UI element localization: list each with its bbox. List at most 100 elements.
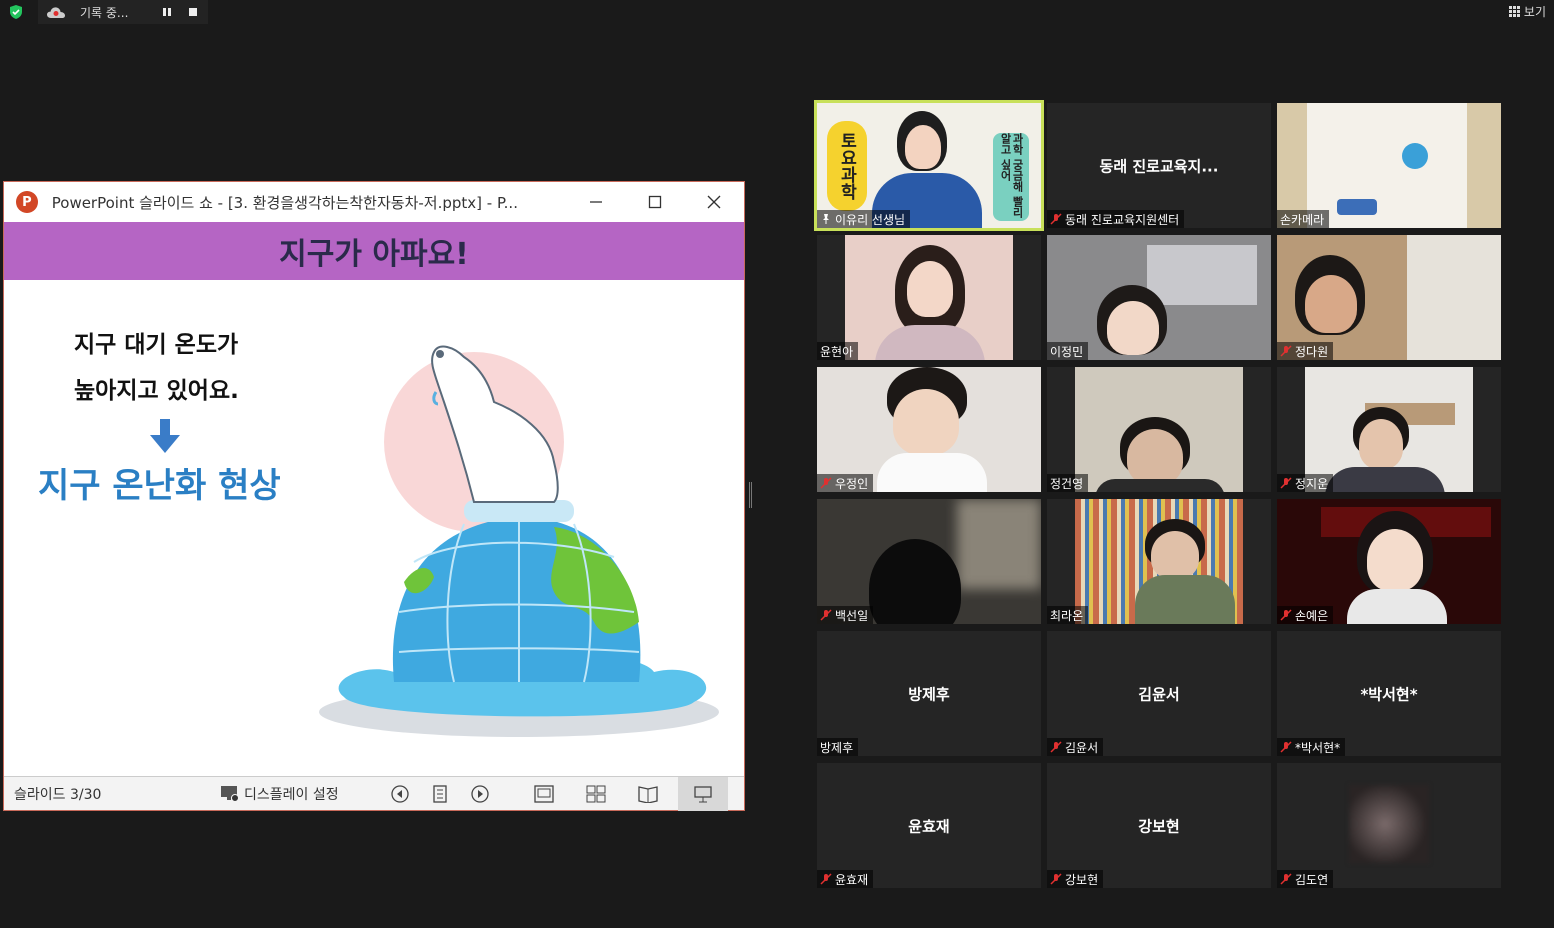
person-silhouette bbox=[869, 539, 961, 624]
participant-name-tag: 백선일 bbox=[817, 606, 874, 624]
participant-tile[interactable]: 윤현아 bbox=[817, 235, 1041, 360]
monitor-gear-icon bbox=[221, 785, 239, 802]
recording-indicator: 기록 중... bbox=[38, 0, 208, 24]
stop-recording-button[interactable] bbox=[184, 3, 202, 21]
background-cabinet bbox=[1147, 245, 1257, 305]
participant-name-tag: 방제후 bbox=[817, 738, 859, 756]
participant-display-name: *박서현* bbox=[1360, 685, 1418, 703]
participant-video bbox=[1075, 367, 1243, 492]
slide-sorter-button[interactable] bbox=[576, 777, 616, 811]
prev-circle-icon bbox=[391, 784, 409, 803]
maximize-button[interactable] bbox=[625, 182, 684, 222]
grid-icon bbox=[1508, 6, 1520, 17]
background-wall bbox=[1407, 235, 1501, 360]
teacher-side-text: 토요과학 bbox=[827, 121, 867, 211]
teacher-right-text: 과학 궁금해 빨리 알고 싶어 bbox=[993, 133, 1029, 221]
slide-canvas[interactable]: 지구가 아파요! 지구 대기 온도가 높아지고 있어요. 지구 온난화 현상 bbox=[4, 222, 744, 776]
recording-label: 기록 중... bbox=[80, 5, 129, 20]
normal-view-button[interactable] bbox=[524, 777, 564, 811]
participant-tile[interactable]: 정다원 bbox=[1277, 235, 1501, 360]
person-body bbox=[875, 325, 985, 360]
minimize-icon bbox=[589, 201, 602, 203]
participant-name-tag: 이유리 선생님 bbox=[817, 210, 911, 228]
person-face bbox=[907, 261, 953, 317]
reading-view-button[interactable] bbox=[628, 777, 668, 811]
stop-icon bbox=[189, 8, 197, 16]
person-body bbox=[1135, 575, 1235, 624]
mic-muted-icon bbox=[1280, 609, 1292, 621]
mic-muted-icon bbox=[1280, 345, 1292, 357]
participant-tile[interactable]: 손카메라 bbox=[1277, 103, 1501, 228]
person-face bbox=[893, 389, 959, 455]
powerpoint-window[interactable]: P PowerPoint 슬라이드 쇼 - [3. 환경을생각하는착한자동차-저… bbox=[3, 181, 745, 811]
mic-muted-icon bbox=[1280, 741, 1292, 753]
previous-slide-button[interactable] bbox=[380, 777, 420, 811]
participant-name-tag: 손예은 bbox=[1277, 606, 1334, 624]
participant-tile[interactable]: 정건영 bbox=[1047, 367, 1271, 492]
participant-name-tag: 정건영 bbox=[1047, 474, 1089, 492]
slide-banner-title: 지구가 아파요! bbox=[4, 222, 744, 280]
display-settings-label: 디스플레이 설정 bbox=[244, 786, 339, 803]
participant-tile[interactable]: 우정인 bbox=[817, 367, 1041, 492]
minimize-button[interactable] bbox=[566, 182, 625, 222]
participant-tile[interactable]: 김윤서 김윤서 bbox=[1047, 631, 1271, 756]
participant-tile[interactable]: 정지운 bbox=[1277, 367, 1501, 492]
person-face bbox=[1367, 529, 1423, 591]
ppt-window-title: PowerPoint 슬라이드 쇼 - [3. 환경을생각하는착한자동차-저.p… bbox=[51, 193, 518, 212]
participant-name-tag: 강보현 bbox=[1047, 870, 1104, 888]
down-arrow-icon bbox=[150, 419, 180, 453]
participant-avatar-photo bbox=[1349, 785, 1429, 863]
view-button[interactable]: 보기 bbox=[1508, 3, 1546, 20]
maximize-icon bbox=[648, 195, 662, 209]
person-face bbox=[1151, 531, 1199, 579]
participant-name-tag: 이정민 bbox=[1047, 342, 1089, 360]
book-icon bbox=[638, 785, 658, 803]
participant-tile[interactable]: 동래 진로교육지... 동래 진로교육지원센터 bbox=[1047, 103, 1271, 228]
slide-line-1: 지구 대기 온도가 bbox=[74, 332, 239, 358]
participant-tile[interactable]: *박서현* *박서현* bbox=[1277, 631, 1501, 756]
worksheet-paper bbox=[1307, 103, 1467, 228]
ppt-title-bar[interactable]: P PowerPoint 슬라이드 쇼 - [3. 환경을생각하는착한자동차-저… bbox=[4, 182, 744, 222]
pause-icon bbox=[163, 8, 171, 16]
slide-sorter-icon bbox=[586, 785, 606, 802]
participant-tile[interactable]: 김도연 bbox=[1277, 763, 1501, 888]
mic-muted-icon bbox=[820, 873, 832, 885]
worksheet-globe bbox=[1402, 143, 1428, 169]
pause-recording-button[interactable] bbox=[158, 3, 176, 21]
participant-display-name: 방제후 bbox=[908, 685, 950, 703]
slide-highlight-text: 지구 온난화 현상 bbox=[38, 466, 281, 506]
participant-name-tag: 최라온 bbox=[1047, 606, 1089, 624]
presentation-icon bbox=[694, 785, 712, 802]
participant-tile[interactable]: 강보현 강보현 bbox=[1047, 763, 1271, 888]
person-face bbox=[1305, 275, 1357, 333]
slide-menu-button[interactable] bbox=[420, 777, 460, 811]
participant-tile[interactable]: 이정민 bbox=[1047, 235, 1271, 360]
slide-body-text: 지구 대기 온도가 높아지고 있어요. bbox=[74, 322, 239, 414]
shield-icon[interactable] bbox=[8, 4, 24, 20]
mic-muted-icon bbox=[1050, 873, 1062, 885]
participant-tile[interactable]: 백선일 bbox=[817, 499, 1041, 624]
participant-tile[interactable]: 손예은 bbox=[1277, 499, 1501, 624]
participant-tile[interactable]: 방제후 방제후 bbox=[817, 631, 1041, 756]
participant-tile[interactable]: 윤효재 윤효재 bbox=[817, 763, 1041, 888]
participant-name-tag: 정지운 bbox=[1277, 474, 1334, 492]
display-settings-button[interactable]: 디스플레이 설정 bbox=[220, 784, 380, 804]
mic-muted-icon bbox=[1280, 477, 1292, 489]
panel-splitter-handle[interactable] bbox=[749, 482, 752, 508]
close-button[interactable] bbox=[685, 182, 744, 222]
ppt-status-bar: 슬라이드 3/30 디스플레이 설정 bbox=[4, 776, 744, 811]
pin-icon bbox=[823, 214, 829, 224]
person-body bbox=[877, 453, 987, 492]
next-slide-button[interactable] bbox=[460, 777, 500, 811]
participant-name-tag: 김윤서 bbox=[1047, 738, 1104, 756]
participant-tile-active-speaker[interactable]: 토요과학 과학 궁금해 빨리 알고 싶어 이유리 선생님 bbox=[814, 100, 1044, 231]
person-face bbox=[1127, 429, 1183, 485]
participant-name-tag: 윤효재 bbox=[817, 870, 874, 888]
slide-counter: 슬라이드 3/30 bbox=[14, 786, 102, 803]
slideshow-view-button[interactable] bbox=[678, 776, 728, 811]
next-circle-icon bbox=[471, 784, 489, 803]
notes-icon bbox=[433, 784, 447, 803]
participant-tile[interactable]: 최라온 bbox=[1047, 499, 1271, 624]
participant-display-name: 윤효재 bbox=[908, 817, 950, 835]
slide-line-2: 높아지고 있어요. bbox=[74, 378, 239, 404]
